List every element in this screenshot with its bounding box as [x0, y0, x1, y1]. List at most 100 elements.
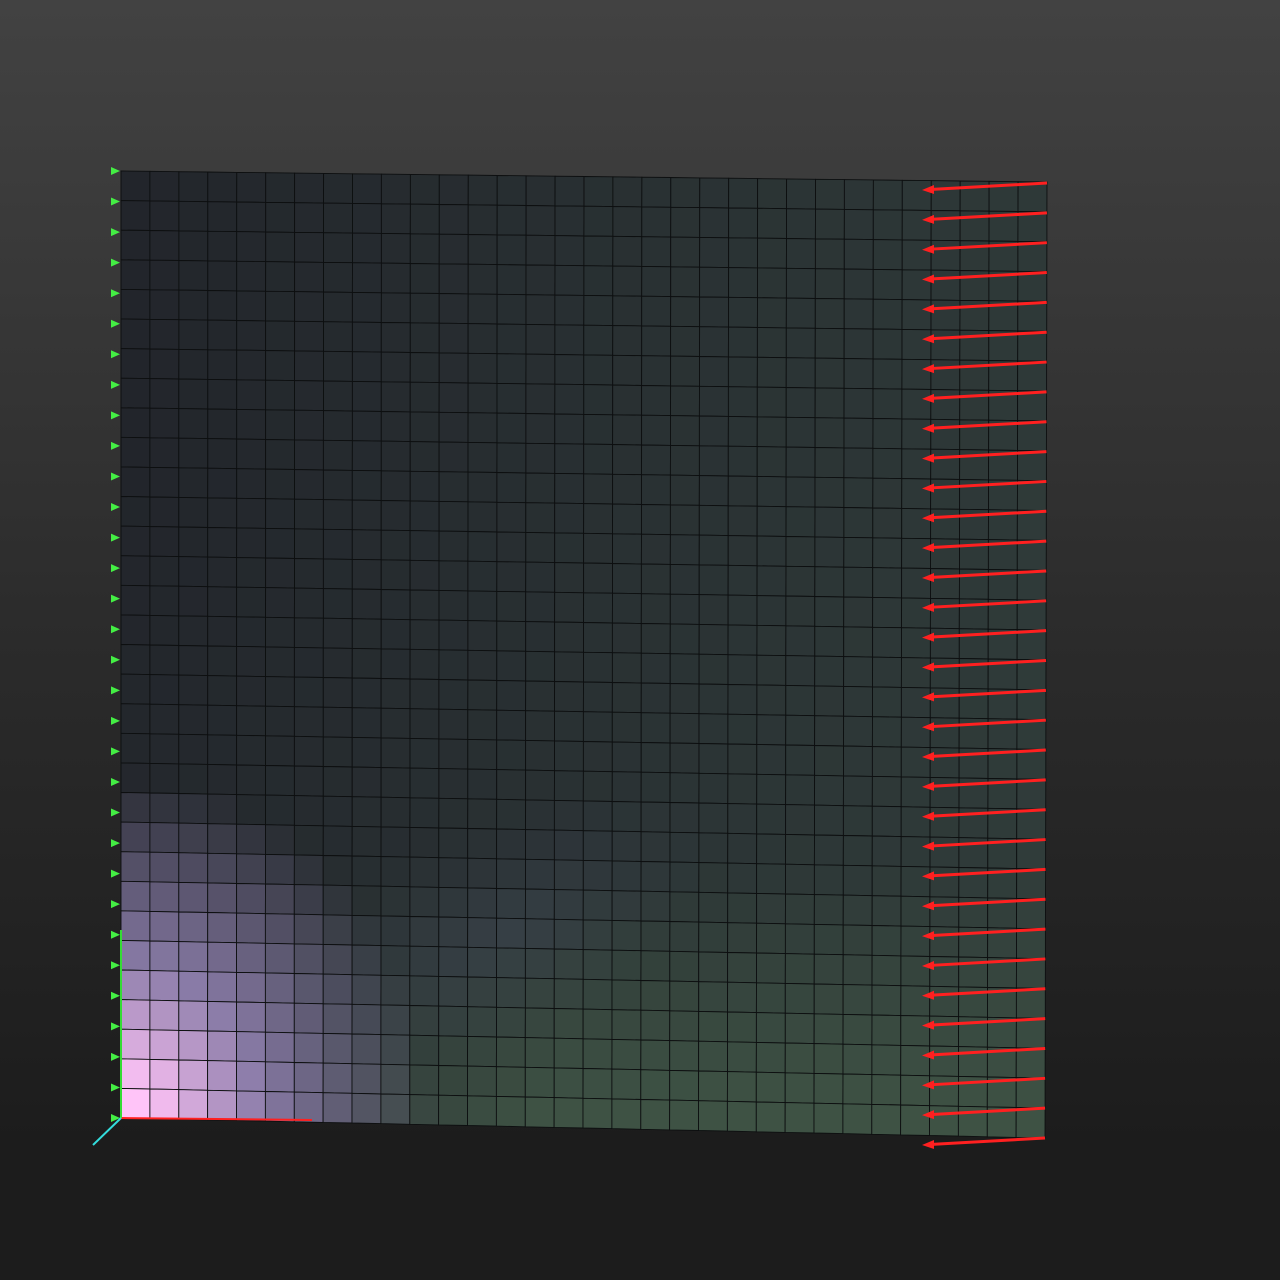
mesh-cell — [554, 621, 584, 653]
mesh-cell — [525, 383, 556, 415]
mesh-cell — [351, 974, 382, 1006]
mesh-cell — [236, 527, 267, 559]
mesh-cell — [930, 508, 961, 540]
mesh-cell — [1015, 1107, 1046, 1139]
mesh-cell — [554, 413, 585, 445]
mesh-cell — [120, 999, 151, 1031]
mesh-cell — [409, 737, 440, 770]
mesh-cell — [525, 680, 556, 712]
mesh-cell — [900, 776, 931, 808]
mesh-cell — [409, 916, 440, 948]
mesh-cell — [236, 853, 266, 885]
mesh-cell — [813, 1072, 844, 1105]
mesh-cell — [236, 734, 266, 766]
mesh-cell — [120, 673, 151, 705]
mesh-cell — [640, 593, 671, 625]
mesh-cell — [351, 1063, 382, 1095]
mesh-cell — [525, 175, 556, 207]
mesh-cell — [929, 1015, 960, 1048]
fixed-support-marker — [111, 869, 120, 878]
mesh-cell — [207, 793, 238, 825]
mesh-cell — [236, 497, 267, 529]
mesh-cell — [236, 823, 266, 855]
mesh-cell — [294, 202, 324, 234]
mesh-cell — [785, 357, 816, 389]
mesh-cell — [496, 264, 527, 296]
mesh-cell — [1016, 838, 1047, 870]
mesh-cell — [467, 798, 498, 830]
3d-viewport[interactable] — [0, 0, 1280, 1280]
mesh-cell — [149, 170, 180, 202]
mesh-cell — [1016, 688, 1047, 721]
mesh-cell — [236, 586, 267, 618]
mesh-cell — [930, 448, 961, 480]
mesh-cell — [236, 349, 267, 381]
mesh-cell — [496, 858, 526, 890]
mesh-cell — [843, 745, 873, 777]
mesh-cell — [583, 532, 613, 564]
mesh-cell — [496, 323, 527, 355]
mesh-cell — [380, 322, 411, 353]
mesh-cell — [554, 294, 585, 326]
mesh-cell — [207, 171, 238, 203]
mesh-cell — [380, 559, 411, 591]
mesh-cell — [582, 741, 613, 773]
mesh-cell — [265, 468, 295, 500]
mesh-cell — [120, 851, 151, 883]
mesh-cell — [641, 236, 672, 268]
mesh-cell — [756, 535, 787, 567]
mesh-cell — [409, 945, 440, 977]
fixed-support-marker — [111, 900, 120, 909]
mesh-cell — [583, 354, 614, 386]
mesh-cell — [120, 555, 151, 587]
mesh-cell — [380, 885, 411, 917]
mesh-cell — [409, 1064, 440, 1096]
mesh-cell — [467, 1006, 497, 1038]
mesh-cell — [670, 415, 700, 447]
mesh-cell — [293, 1032, 324, 1064]
mesh-plate — [120, 170, 1048, 1139]
mesh-cell — [467, 560, 498, 592]
mesh-cell — [467, 1095, 497, 1127]
mesh-cell — [814, 774, 844, 807]
mesh-cell — [641, 325, 672, 357]
mesh-cell — [525, 650, 556, 682]
mesh-cell — [351, 855, 382, 887]
fixed-support-marker — [111, 167, 120, 175]
mesh-cell — [149, 318, 180, 350]
mesh-cell — [120, 229, 151, 261]
mesh-cell — [900, 836, 931, 868]
mesh-cell — [351, 736, 382, 769]
mesh-cell — [149, 881, 180, 913]
fixed-support-marker — [111, 533, 120, 542]
mesh-cell — [871, 1014, 902, 1046]
mesh-cell — [929, 926, 960, 958]
mesh-cell — [901, 239, 932, 271]
mesh-cell — [178, 585, 209, 617]
mesh-cell — [294, 320, 324, 352]
mesh-cell — [813, 923, 844, 956]
mesh-cell — [785, 863, 815, 896]
mesh-cell — [149, 289, 180, 321]
mesh-cell — [698, 564, 729, 596]
mesh-cell — [612, 414, 643, 446]
mesh-cell — [496, 917, 526, 949]
mesh-cell — [351, 469, 382, 501]
mesh-cell — [525, 205, 556, 237]
mesh-cell — [207, 971, 237, 1003]
mesh-cell — [120, 1058, 151, 1090]
mesh-cell — [726, 1071, 757, 1103]
mesh-cell — [640, 890, 671, 922]
mesh-cell — [265, 350, 296, 382]
mesh-cell — [727, 415, 758, 448]
mesh-cell — [583, 443, 614, 475]
mesh-cell — [611, 919, 642, 952]
mesh-cell — [409, 767, 440, 799]
mesh-cell — [178, 881, 209, 913]
mesh-cell — [524, 1037, 555, 1069]
mesh-cell — [207, 1060, 237, 1092]
mesh-cell — [553, 1067, 584, 1099]
mesh-cell — [149, 1029, 180, 1061]
mesh-cell — [756, 684, 787, 716]
mesh-cell — [641, 385, 672, 417]
